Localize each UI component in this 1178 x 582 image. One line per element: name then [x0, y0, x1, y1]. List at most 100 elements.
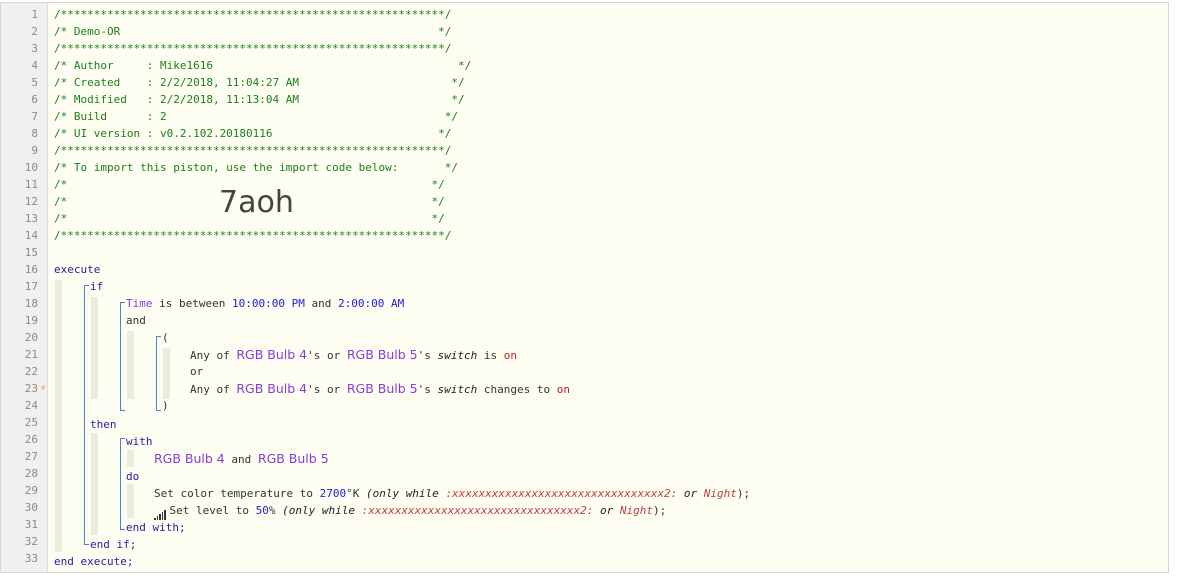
- header-ui-version: /* UI version : v0.2.102.20180116 */: [54, 127, 452, 140]
- operator-is-between: is between: [152, 297, 232, 310]
- operator-and: and: [126, 314, 146, 327]
- line-number: 15: [24, 246, 38, 259]
- level-value: 50: [255, 504, 269, 517]
- line-number: 16: [24, 263, 38, 276]
- logical-operator-or[interactable]: or: [190, 363, 203, 380]
- header-title: /* Demo-OR */: [54, 25, 452, 38]
- device-rgb-bulb-5: RGB Bulb 5: [346, 347, 418, 362]
- only-while-close: );: [736, 487, 751, 500]
- if-block-bracket-bottom: [84, 544, 89, 545]
- signal-strength-icon: [154, 503, 167, 520]
- possessive-text: 's: [417, 349, 438, 362]
- line-number: 5: [31, 76, 38, 89]
- set-color-text: Set color temperature to: [154, 487, 320, 500]
- line-number: 26: [24, 433, 38, 446]
- set-level-text: Set level to: [169, 504, 256, 517]
- with-devices[interactable]: RGB Bulb 4 and RGB Bulb 5: [154, 450, 329, 467]
- indent-guide: [91, 297, 98, 399]
- keyword-end-with: end with;: [126, 521, 186, 534]
- or-text: or: [677, 487, 704, 500]
- line-number: 31: [24, 518, 38, 531]
- line-number: 13: [24, 212, 38, 225]
- close-paren[interactable]: ): [162, 397, 169, 414]
- indent-guide: [163, 348, 170, 399]
- time-start-value: 10:00:00 PM: [231, 297, 305, 310]
- condition-time-between[interactable]: Time is between 10:00:00 PM and 2:00:00 …: [126, 295, 404, 312]
- statement-end-with[interactable]: end with;: [126, 519, 186, 536]
- statement-then[interactable]: then: [90, 416, 117, 433]
- header-import-note: /* To import this piston, use the import…: [54, 161, 458, 174]
- keyword-end-if: end if;: [90, 538, 137, 551]
- statement-execute[interactable]: execute: [54, 261, 100, 278]
- task-set-color-temperature[interactable]: Set color temperature to 2700°K (only wh…: [154, 485, 750, 502]
- header-created: /* Created : 2/2/2018, 11:04:27 AM */: [54, 76, 465, 89]
- line-number: 10: [24, 161, 38, 174]
- statement-end-execute[interactable]: end execute;: [54, 553, 133, 570]
- task-set-level[interactable]: Set level to 50% (only while :xxxxxxxxxx…: [154, 502, 667, 520]
- line-number: 28: [24, 467, 38, 480]
- attribute-switch: switch: [437, 349, 478, 362]
- statement-end-if[interactable]: end if;: [90, 536, 136, 553]
- condition-switch-is-on[interactable]: Any of RGB Bulb 4's or RGB Bulb 5's swit…: [190, 346, 517, 363]
- possessive-or-text: 's or: [307, 383, 347, 396]
- line-number: 33: [24, 552, 38, 565]
- with-block-bracket-bottom: [120, 529, 125, 530]
- condition-variable: :xxxxxxxxxxxxxxxxxxxxxxxxxxxxxxxx2:: [445, 487, 678, 500]
- indent-guide: [55, 280, 62, 552]
- only-while-close: );: [653, 504, 667, 517]
- statement-if[interactable]: if: [90, 278, 103, 295]
- possessive-or-text: 's or: [307, 349, 347, 362]
- only-while-open: (only while: [365, 487, 446, 500]
- color-temperature-value: 2700: [319, 487, 347, 500]
- line-number: 11: [24, 178, 38, 191]
- device-rgb-bulb-5: RGB Bulb 5: [346, 381, 418, 396]
- paren-group-bracket: [156, 336, 157, 411]
- condition-group-bracket: [120, 302, 121, 411]
- line-number: 20: [24, 331, 38, 344]
- paren-close: ): [162, 399, 169, 412]
- condition-switch-changes-to-on[interactable]: Any of RGB Bulb 4's or RGB Bulb 5's swit…: [190, 380, 570, 397]
- value-on: on: [503, 349, 518, 362]
- line-number: 9: [31, 144, 38, 157]
- condition-variable: :xxxxxxxxxxxxxxxxxxxxxxxxxxxxxxxx2:: [361, 504, 594, 517]
- condition-group-bracket-bottom: [120, 410, 125, 411]
- line-number: 21: [24, 348, 38, 361]
- time-variable: Time: [126, 297, 153, 310]
- line-number-gutter: 1 2 3 4 5 6 7 8 9 10 11 12 13 14 15 16 17 18 19 20 21 22 23 24 2…: [1, 3, 48, 572]
- paren-group-bracket-bottom: [156, 410, 161, 411]
- operator-or: or: [190, 365, 204, 378]
- with-block-bracket-top: [120, 438, 125, 439]
- device-rgb-bulb-4: RGB Bulb 4: [236, 381, 308, 396]
- paren-group-bracket-top: [156, 336, 161, 337]
- header-border-bottom: /***************************************…: [54, 229, 452, 242]
- line-number: 3: [31, 42, 38, 55]
- if-block-bracket-top: [84, 285, 89, 286]
- line-number: 7: [31, 110, 38, 123]
- attribute-switch: switch: [437, 383, 478, 396]
- statement-do[interactable]: do: [126, 468, 139, 485]
- value-on: on: [556, 383, 570, 396]
- any-of-text: Any of: [190, 383, 237, 396]
- time-end-value: 2:00:00 AM: [337, 297, 405, 310]
- device-rgb-bulb-4: RGB Bulb 4: [236, 347, 308, 362]
- line-number: 22: [24, 365, 38, 378]
- import-code[interactable]: 7aoh: [219, 183, 294, 223]
- and-word: and: [304, 297, 338, 310]
- level-unit: %: [268, 504, 283, 517]
- line-number: 14: [24, 229, 38, 242]
- or-text: or: [593, 504, 620, 517]
- color-temperature-unit: °K: [346, 487, 366, 500]
- only-while-open: (only while: [282, 504, 362, 517]
- condition-value-night: Night: [703, 487, 737, 500]
- keyword-with: with: [126, 435, 153, 448]
- open-paren[interactable]: (: [162, 329, 169, 346]
- statement-with[interactable]: with: [126, 433, 153, 450]
- any-of-text: Any of: [190, 349, 237, 362]
- indent-guide: [127, 484, 134, 518]
- logical-operator-and[interactable]: and: [126, 312, 146, 329]
- line-number: 17: [24, 280, 38, 293]
- operator-changes-to: changes to: [477, 383, 557, 396]
- keyword-do: do: [126, 470, 140, 483]
- line-number: 32: [24, 535, 38, 548]
- line-number: 19: [24, 314, 38, 327]
